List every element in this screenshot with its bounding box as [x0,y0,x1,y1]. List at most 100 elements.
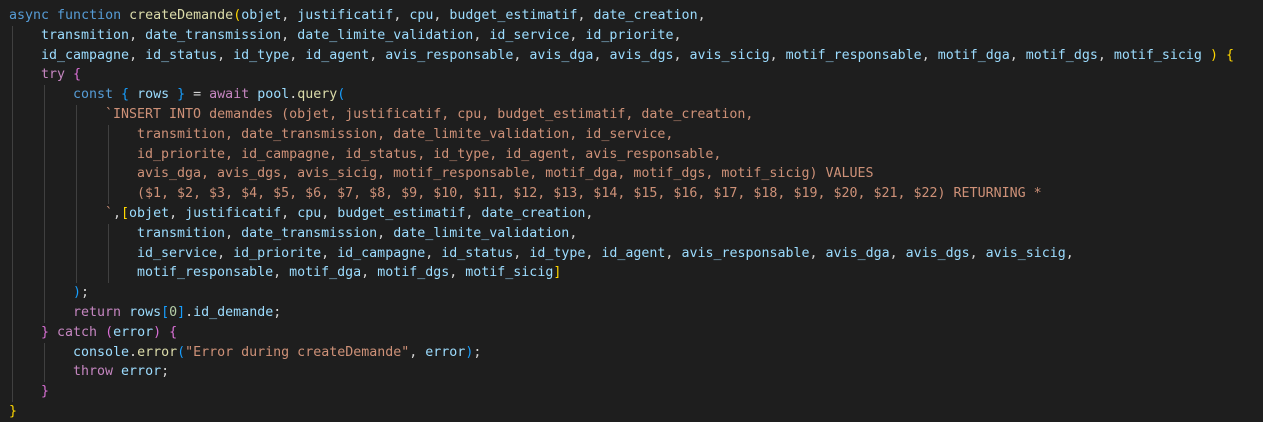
code-token-variable: rows [137,87,170,103]
code-token-variable: id_status [145,47,218,63]
code-line[interactable]: transmition, date_transmission, date_lim… [0,223,1263,244]
indent-guide [12,45,13,66]
code-line[interactable]: return rows[0].id_demande; [0,302,1263,323]
code-line[interactable]: transmition, date_transmission, date_lim… [0,124,1263,145]
code-token-variable: id_service [489,27,570,43]
code-line[interactable]: motif_responsable, motif_dga, motif_dgs,… [0,263,1263,284]
code-token-variable: avis_responsable [385,47,514,63]
code-token-variable: id_status [441,245,514,261]
code-token-default: , [585,245,602,261]
code-token-default: , [321,245,338,261]
code-token-default: , [889,245,906,261]
code-token-string: transmition, date_transmission, date_lim… [137,126,674,142]
code-token-default: , [273,265,290,281]
code-token-variable: avis_responsable [681,245,810,261]
indent-guide [12,342,13,363]
indent-guide [44,203,45,224]
indent-guide [12,164,13,185]
code-token-default: , [217,245,234,261]
code-token-default: , [361,265,378,281]
code-token-default: , [377,225,394,241]
code-token-default: , [129,27,146,43]
code-token-variable: motif_sicig [465,265,554,281]
code-token-string: `INSERT INTO demandes (objet, justificat… [105,106,754,122]
code-token-default: , [393,8,410,23]
code-token-bracket1: ] [553,265,562,281]
code-line[interactable]: } catch (error) { [0,322,1263,343]
code-line[interactable]: transmition, date_transmission, date_lim… [0,25,1263,46]
code-token-bracket2: ) [153,324,162,340]
code-line[interactable]: async function createDemande(objet, just… [0,6,1263,26]
code-token-default: , [449,265,466,281]
code-token-bracket1: ( [233,8,242,23]
code-editor[interactable]: async function createDemande(objet, just… [0,0,1263,421]
code-token-default: , [321,205,338,221]
code-token-variable: motif_dgs [1025,47,1098,63]
code-token-default [121,305,129,320]
indent-guide [12,25,13,46]
code-line[interactable]: avis_dga, avis_dgs, avis_sicig, motif_re… [0,164,1263,185]
code-token-default: , [969,245,986,261]
code-token-variable: console [73,344,130,360]
code-token-variable: budget_estimatif [449,8,578,23]
code-token-string: id_priorite, id_campagne, id_status, id_… [137,146,722,162]
code-line[interactable]: } [0,382,1263,402]
code-line[interactable]: id_campagne, id_status, id_type, id_agen… [0,45,1263,66]
code-token-default [161,325,169,340]
code-token-string: ` [105,205,114,221]
code-token-default: , [569,27,586,43]
code-token-default: , [129,47,146,63]
code-token-variable: id_priorite [233,245,322,261]
code-line[interactable]: `,[objet, justificatif, cpu, budget_esti… [0,203,1263,224]
code-token-variable: id_type [233,47,290,63]
code-token-bracket1: { [1225,47,1234,63]
code-token-variable: error [425,344,466,360]
code-line[interactable]: console.error("Error during createDemand… [0,342,1263,363]
code-token-default: , [425,245,442,261]
code-line[interactable]: id_priorite, id_campagne, id_status, id_… [0,144,1263,165]
code-token-bracket2: { [169,324,178,340]
code-token-variable: date_creation [481,205,586,221]
code-line[interactable]: const { rows } = await pool.query( [0,85,1263,105]
indent-guide [12,382,13,402]
indent-guide [12,302,13,323]
indent-guide [44,124,45,145]
code-line[interactable]: try { [0,65,1263,86]
code-token-default [1202,48,1210,63]
code-token-default: , [673,47,690,63]
indent-guide [44,342,45,363]
code-line[interactable]: ); [0,283,1263,303]
code-token-variable: motif_dgs [377,265,450,281]
code-token-variable: avis_dga [529,47,594,63]
indent-guide [108,223,109,244]
code-token-default: , [217,47,234,63]
code-token-variable: motif_responsable [137,265,274,281]
code-token-default [65,67,73,82]
code-token-default: ; [81,285,90,301]
code-token-default: , [281,27,298,43]
code-line[interactable]: throw error; [0,362,1263,383]
indent-guide [12,104,13,125]
code-line[interactable]: `INSERT INTO demandes (objet, justificat… [0,104,1263,125]
code-token-variable: motif_sicig [1113,47,1202,63]
code-token-variable: avis_sicig [985,245,1066,261]
indent-guide [108,144,109,165]
code-token-function: error [137,344,178,360]
indent-guide [76,164,77,185]
code-token-string: "Error during createDemande" [185,344,410,360]
code-line[interactable]: ($1, $2, $3, $4, $5, $6, $7, $8, $9, $10… [0,184,1263,204]
code-token-variable: id_demande [193,304,274,320]
code-token-variable: id_campagne [41,47,130,63]
code-token-variable: rows [129,304,162,320]
code-token-variable: id_priorite [585,27,674,43]
code-token-default: , [585,205,594,221]
code-token-default: = [185,87,210,103]
code-token-default: , [1009,47,1026,63]
code-line[interactable]: id_service, id_priorite, id_campagne, id… [0,243,1263,264]
code-token-variable: error [121,364,162,380]
code-line[interactable]: } [0,402,1263,422]
code-token-default [49,325,57,340]
code-token-default: , [513,47,530,63]
code-token-control: catch [57,324,98,340]
code-token-default: , [281,205,298,221]
